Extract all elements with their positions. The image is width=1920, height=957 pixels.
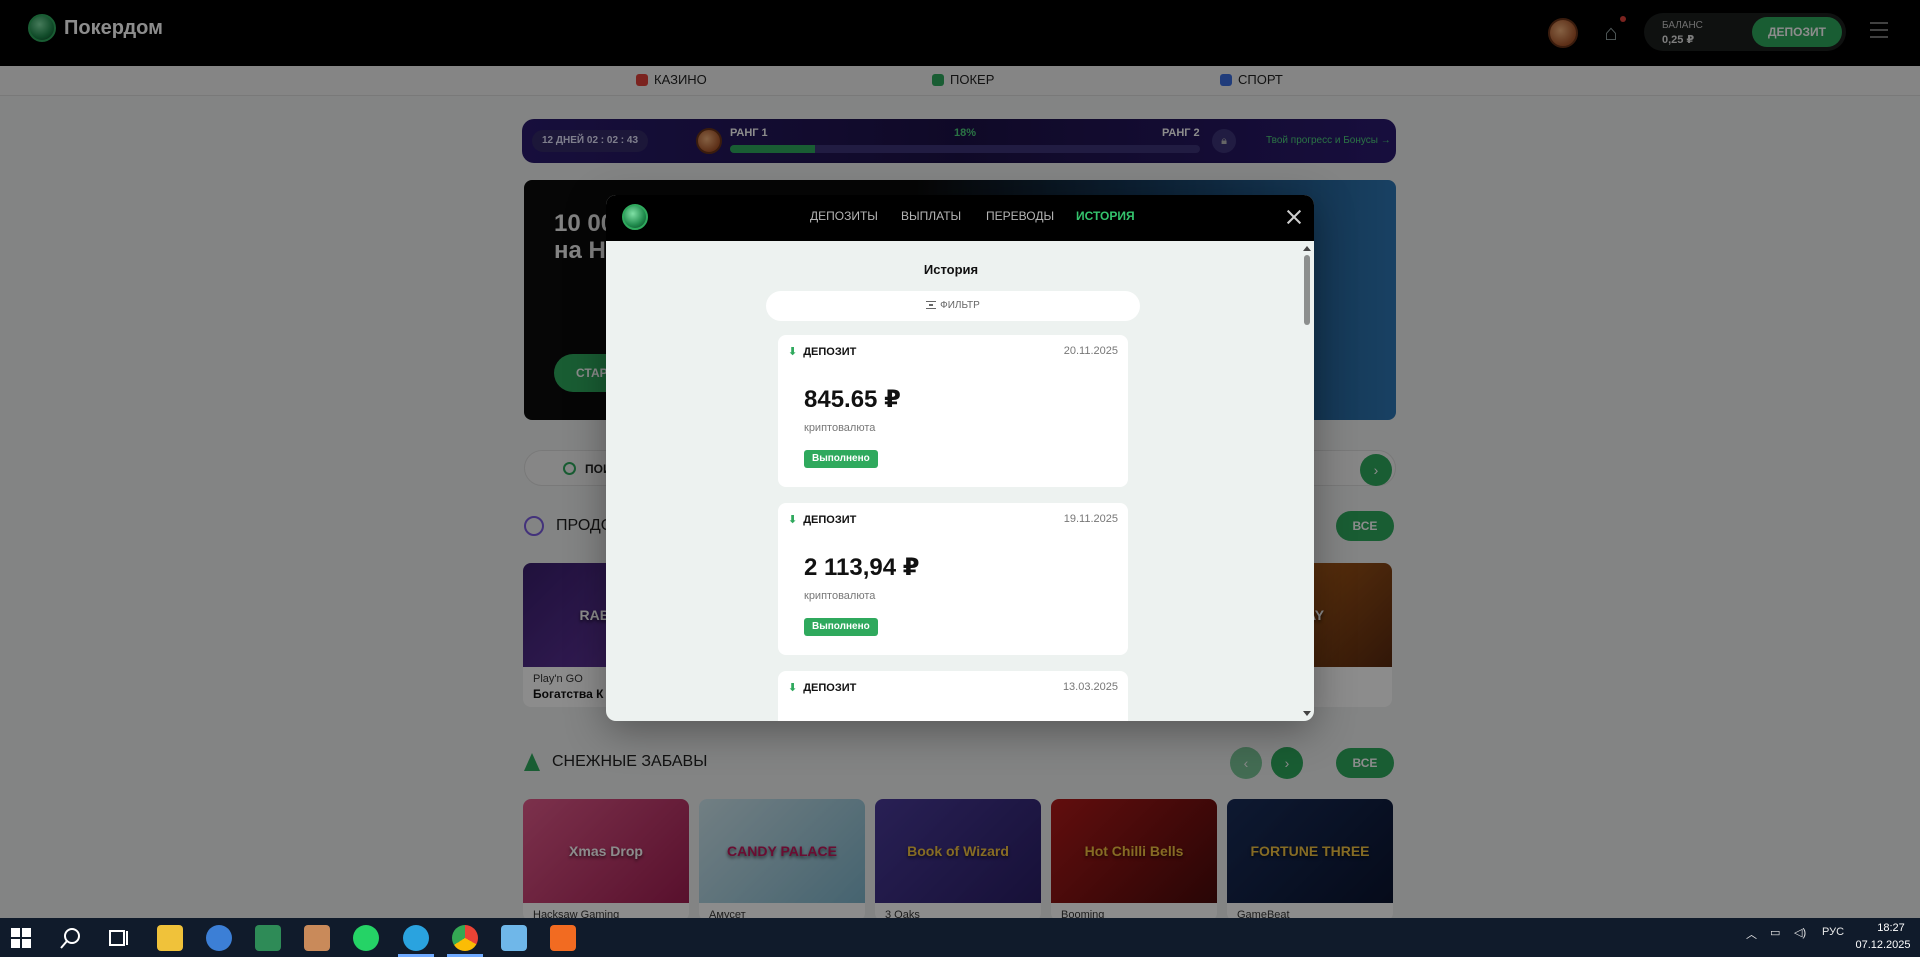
modal-header: ДЕПОЗИТЫ ВЫПЛАТЫ ПЕРЕВОДЫ ИСТОРИЯ [606, 195, 1314, 241]
transaction-card[interactable]: ⬇ ДЕПОЗИТ 13.03.2025 [778, 671, 1128, 721]
transaction-card[interactable]: ⬇ ДЕПОЗИТ 19.11.2025 2 113,94 ₽ криптова… [778, 503, 1128, 655]
tab-transfers[interactable]: ПЕРЕВОДЫ [986, 209, 1054, 223]
filter-icon [926, 301, 937, 309]
scroll-thumb[interactable] [1304, 255, 1310, 325]
tab-history[interactable]: ИСТОРИЯ [1076, 209, 1135, 223]
scroll-down-arrow-icon[interactable] [1303, 711, 1311, 716]
brave-icon[interactable] [550, 925, 576, 951]
transaction-date: 20.11.2025 [1063, 345, 1118, 357]
whatsapp-icon[interactable] [353, 925, 379, 951]
transaction-date: 13.03.2025 [1062, 681, 1118, 693]
windows-taskbar: ︿ ▭ ◁) РУС 18:27 07.12.2025 [0, 918, 1920, 957]
modal-logo-icon [622, 204, 648, 230]
search-taskbar-icon[interactable] [58, 925, 84, 951]
modal-heading: История [923, 262, 979, 277]
chrome-icon[interactable] [452, 925, 478, 951]
download-arrow-icon: ⬇ [788, 682, 798, 694]
clock-date[interactable]: 07.12.2025 [1852, 939, 1914, 951]
transaction-amount: 845.65 ₽ [804, 386, 901, 413]
transaction-type-label: ДЕПОЗИТ [803, 345, 857, 358]
photo-app-icon[interactable] [304, 925, 330, 951]
network-icon[interactable]: ▭ [1770, 926, 1780, 939]
clock-time[interactable]: 18:27 [1868, 922, 1914, 934]
download-arrow-icon: ⬇ [788, 346, 798, 358]
windows-start-icon[interactable] [10, 927, 32, 949]
filter-label: ФИЛЬТР [940, 300, 980, 311]
filter-button[interactable]: ФИЛЬТР [766, 291, 1140, 321]
transaction-method: криптовалюта [804, 422, 876, 434]
task-view-icon[interactable] [106, 925, 132, 951]
transaction-card[interactable]: ⬇ ДЕПОЗИТ 20.11.2025 845.65 ₽ криптовалю… [778, 335, 1128, 487]
tab-deposits[interactable]: ДЕПОЗИТЫ [810, 209, 878, 223]
telegram-icon[interactable] [403, 925, 429, 951]
modal-body: История ФИЛЬТР ⬇ ДЕПОЗИТ 20.11.2025 845.… [606, 241, 1314, 721]
volume-icon[interactable]: ◁) [1794, 926, 1806, 939]
download-arrow-icon: ⬇ [788, 514, 798, 526]
status-badge: Выполнено [804, 618, 878, 636]
history-modal: ДЕПОЗИТЫ ВЫПЛАТЫ ПЕРЕВОДЫ ИСТОРИЯ Истори… [606, 195, 1314, 721]
notepad-icon[interactable] [501, 925, 527, 951]
modal-scrollbar[interactable] [1300, 241, 1314, 721]
scroll-up-arrow-icon[interactable] [1303, 246, 1311, 251]
transaction-method: криптовалюта [804, 590, 876, 602]
transaction-type-label: ДЕПОЗИТ [803, 681, 857, 694]
transaction-type: ⬇ ДЕПОЗИТ [788, 681, 857, 695]
transaction-date: 19.11.2025 [1063, 513, 1118, 525]
language-indicator[interactable]: РУС [1822, 926, 1844, 938]
chevron-up-icon[interactable]: ︿ [1746, 926, 1757, 942]
close-icon[interactable] [1286, 209, 1302, 225]
status-badge: Выполнено [804, 450, 878, 468]
file-explorer-icon[interactable] [157, 925, 183, 951]
transaction-amount: 2 113,94 ₽ [804, 554, 920, 581]
transaction-type-label: ДЕПОЗИТ [803, 513, 857, 526]
tab-withdrawals[interactable]: ВЫПЛАТЫ [901, 209, 961, 223]
spreadsheet-icon[interactable] [255, 925, 281, 951]
transaction-type: ⬇ ДЕПОЗИТ [788, 513, 857, 527]
transaction-type: ⬇ ДЕПОЗИТ [788, 345, 857, 359]
browser-app-icon[interactable] [206, 925, 232, 951]
